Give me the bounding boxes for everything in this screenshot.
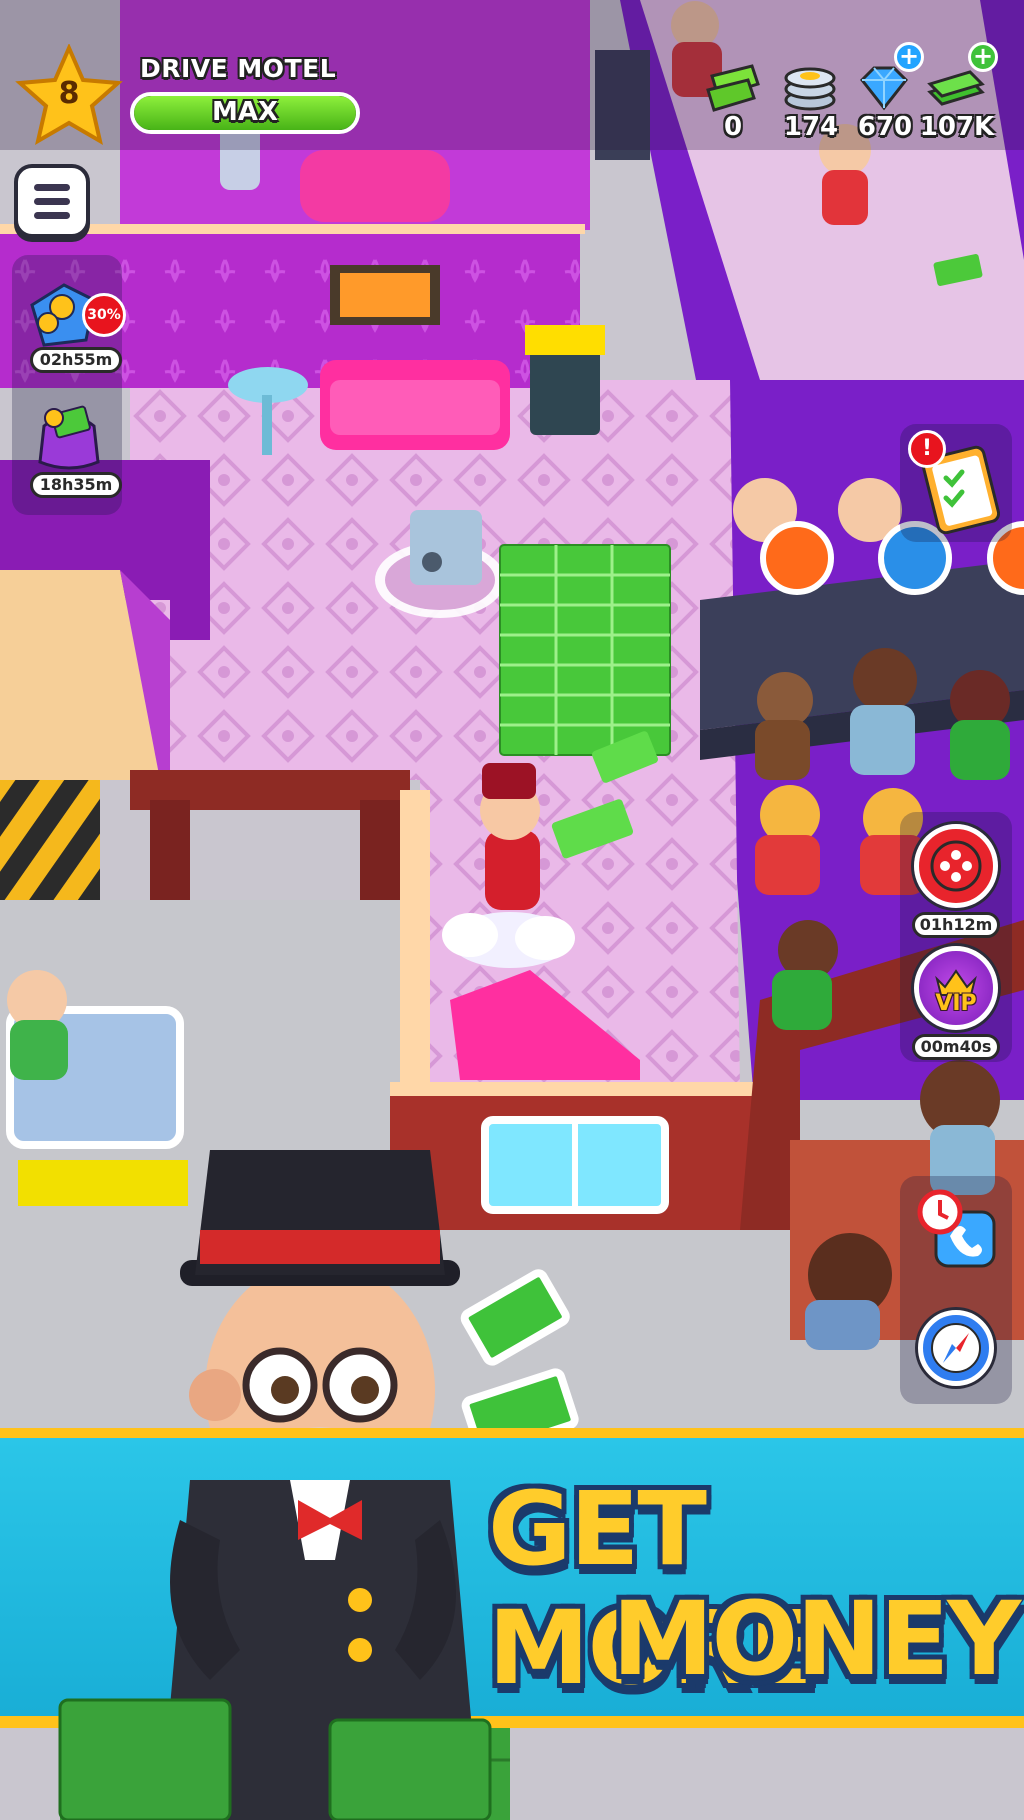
phone-call-button[interactable] — [914, 1186, 1000, 1286]
progress-label: MAX — [211, 97, 279, 127]
phone-call-icon — [917, 1189, 996, 1268]
mascot-character — [58, 1480, 492, 1820]
vip-timer: 00m40s — [912, 1034, 1000, 1060]
discount-badge: 30% — [82, 293, 126, 337]
compass-icon — [931, 1323, 981, 1373]
film-reel-button[interactable]: 01h12m — [910, 822, 1002, 942]
level-number: 8 — [58, 76, 80, 111]
offer-timer: 02h55m — [30, 347, 122, 373]
left-offers-panel: 30% 02h55m 18h35m — [12, 255, 126, 515]
coin-stack-icon — [784, 67, 836, 111]
resource-value: 670 — [857, 112, 913, 142]
level-progress-bar: MAX — [130, 92, 360, 134]
resource-value: 0 — [723, 112, 743, 142]
task-panel: ! — [900, 424, 1012, 542]
resource-value: 107K — [919, 112, 995, 142]
hamburger-icon — [34, 184, 70, 191]
money-bag-icon — [38, 405, 100, 470]
offer-timer: 18h35m — [30, 472, 122, 498]
vip-label: VIP — [935, 991, 977, 1016]
add-cash-icon[interactable]: + — [968, 42, 998, 72]
resource-coins[interactable]: 174 — [772, 0, 850, 142]
money-bag-offer[interactable]: 18h35m — [20, 390, 122, 500]
resource-gems[interactable]: 670 + — [846, 0, 924, 142]
film-reel-timer: 01h12m — [912, 912, 1000, 938]
coin-pack-offer[interactable]: 30% 02h55m — [20, 273, 126, 373]
resource-value: 174 — [783, 112, 839, 142]
right-timers-panel: 01h12m VIP 00m40s — [900, 812, 1012, 1062]
resource-tickets[interactable]: 0 — [694, 0, 772, 142]
menu-button[interactable] — [14, 164, 90, 238]
game-scene: 8 DRIVE MOTEL MAX 0 174 670 + 107K + 30%… — [0, 0, 1024, 1820]
film-reel-icon — [930, 840, 982, 892]
motel-name: DRIVE MOTEL — [140, 54, 337, 83]
ticket-icon — [706, 64, 760, 112]
compass-button[interactable] — [914, 1306, 998, 1390]
headline-line-2: MONEY — [612, 1580, 1021, 1699]
resource-cash[interactable]: 107K + — [918, 0, 998, 142]
vip-button[interactable]: VIP 00m40s — [910, 944, 1002, 1062]
level-star-badge[interactable]: 8 — [14, 43, 124, 150]
task-alert-badge: ! — [908, 430, 946, 468]
right-lower-panel — [900, 1176, 1012, 1404]
